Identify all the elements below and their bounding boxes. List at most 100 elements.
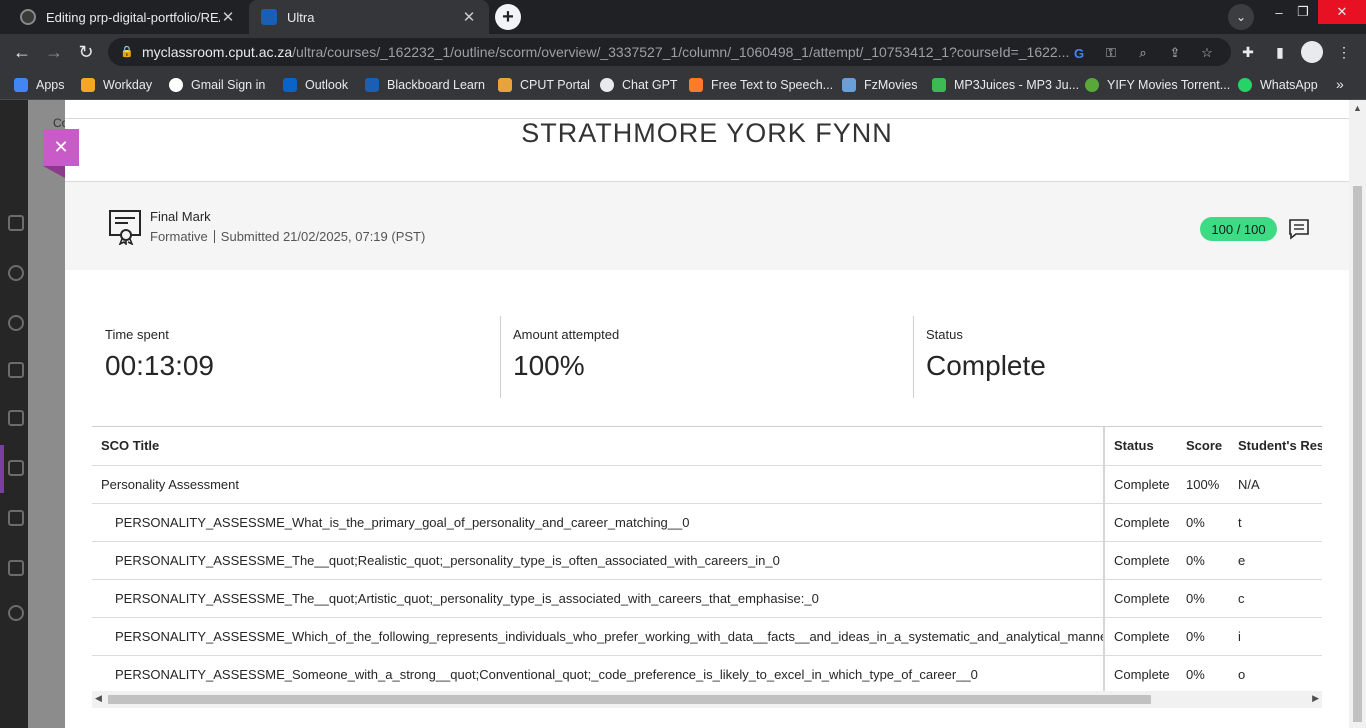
new-tab-button[interactable]: + [495, 4, 521, 30]
tab-ultra[interactable]: Ultra ✕ [249, 0, 489, 34]
bookmark-label: WhatsApp [1260, 78, 1318, 92]
fzmovies-icon [842, 78, 856, 92]
institution-icon[interactable] [8, 215, 24, 231]
submission-info: Formative Submitted 21/02/2025, 07:19 (PS… [150, 229, 425, 244]
bookmark-label: Gmail Sign in [191, 78, 266, 92]
more-bookmarks-icon[interactable]: » [1336, 76, 1344, 92]
calendar-icon[interactable] [8, 410, 24, 426]
minimize-icon[interactable]: – [1268, 0, 1290, 24]
final-mark-label: Final Mark [150, 209, 211, 224]
cell-status: Complete [1104, 655, 1186, 691]
bookmark-workday[interactable]: Workday [81, 76, 152, 94]
close-tab-icon[interactable]: ✕ [461, 8, 477, 26]
grades-icon[interactable] [8, 510, 24, 526]
zoom-icon[interactable]: ⌕ [1134, 44, 1152, 62]
bookmark-blackboard[interactable]: Blackboard Learn [365, 76, 485, 94]
scroll-up-icon[interactable]: ▲ [1353, 103, 1362, 113]
cell-score: 0% [1186, 579, 1238, 618]
attempt-stats: Time spent 00:13:09 Amount attempted 100… [92, 316, 1322, 398]
close-tab-icon[interactable]: ✕ [220, 8, 236, 26]
courses-icon[interactable] [8, 362, 24, 378]
bookmark-tts[interactable]: Free Text to Speech... [689, 76, 833, 94]
table-header-row: SCO Title Status Score Student's Respons… [92, 427, 1322, 466]
extensions-icon[interactable]: ✚ [1238, 42, 1258, 62]
scrollbar-thumb[interactable] [108, 695, 1151, 704]
cell-title: PERSONALITY_ASSESSME_The__quot;Artistic_… [92, 579, 1105, 618]
lock-icon: 🔒 [120, 46, 134, 58]
divider [213, 230, 215, 243]
cell-score: 0% [1186, 541, 1238, 580]
bookmark-whatsapp[interactable]: WhatsApp [1238, 76, 1318, 94]
tab-search-icon[interactable]: ⌄ [1228, 4, 1254, 30]
bookmark-fzmovies[interactable]: FzMovies [842, 76, 917, 94]
bookmarks-bar: Apps Workday Gmail Sign in Outlook Black… [0, 70, 1366, 100]
feedback-icon[interactable] [1288, 218, 1310, 240]
bookmark-apps[interactable]: Apps [14, 76, 65, 94]
bookmark-cput-portal[interactable]: CPUT Portal [498, 76, 590, 94]
divider [913, 316, 914, 398]
reload-icon[interactable]: ↻ [74, 40, 98, 64]
close-panel-button[interactable]: ✕ [43, 129, 79, 166]
scroll-right-icon[interactable]: ▶ [1312, 693, 1319, 704]
scrollbar-thumb[interactable] [1353, 186, 1362, 722]
bookmark-label: CPUT Portal [520, 78, 590, 92]
bookmark-chatgpt[interactable]: Chat GPT [600, 76, 678, 94]
profile-icon[interactable] [8, 265, 24, 281]
column-header-sco-title: SCO Title [92, 427, 1105, 466]
grade-pill[interactable]: 100 / 100 [1200, 217, 1277, 241]
cell-response: i [1238, 617, 1322, 656]
cell-status: Complete [1104, 541, 1186, 580]
messages-icon[interactable] [8, 460, 24, 476]
table-row: PERSONALITY_ASSESSME_What_is_the_primary… [92, 503, 1322, 542]
table-row: PERSONALITY_ASSESSME_The__quot;Artistic_… [92, 579, 1322, 618]
menu-kebab-icon[interactable]: ⋮ [1334, 42, 1354, 62]
vertical-scrollbar[interactable]: ▲ [1349, 100, 1366, 728]
whatsapp-icon [1238, 78, 1252, 92]
column-header-response: Student's Response [1238, 427, 1322, 466]
tab-github[interactable]: Editing prp-digital-portfolio/README.md … [8, 0, 248, 34]
bookmark-mp3juices[interactable]: MP3Juices - MP3 Ju... [932, 76, 1079, 94]
cell-title: PERSONALITY_ASSESSME_The__quot;Realistic… [92, 541, 1105, 580]
table-row: PERSONALITY_ASSESSME_Someone_with_a_stro… [92, 655, 1322, 691]
bookmark-outlook[interactable]: Outlook [283, 76, 348, 94]
cell-status: Complete [1104, 465, 1186, 504]
globe-icon[interactable] [8, 315, 24, 331]
horizontal-scrollbar[interactable]: ◀ ▶ [92, 691, 1322, 708]
restore-icon[interactable]: ❐ [1292, 0, 1314, 24]
key-icon[interactable]: ⚿ [1102, 44, 1120, 62]
bookmark-gmail[interactable]: Gmail Sign in [169, 76, 265, 94]
cell-title: PERSONALITY_ASSESSME_Which_of_the_follow… [92, 617, 1105, 656]
stat-label: Time spent [105, 327, 169, 342]
stat-time-spent: Time spent 00:13:09 [92, 316, 502, 398]
bookmark-yify[interactable]: YIFY Movies Torrent... [1085, 76, 1230, 94]
cell-response: c [1238, 579, 1322, 618]
chatgpt-icon [600, 78, 614, 92]
github-icon [20, 9, 36, 25]
active-nav-indicator [0, 445, 4, 493]
scroll-left-icon[interactable]: ◀ [95, 693, 102, 704]
bookmark-star-icon[interactable]: ☆ [1198, 44, 1216, 62]
tools-icon[interactable] [8, 560, 24, 576]
sco-table: SCO Title Status Score Student's Respons… [92, 427, 1322, 691]
profile-avatar[interactable] [1301, 41, 1323, 63]
cell-response: t [1238, 503, 1322, 542]
cell-status: Complete [1104, 503, 1186, 542]
sign-out-icon[interactable] [8, 605, 24, 621]
close-button-tail [43, 166, 65, 178]
address-bar[interactable]: 🔒 myclassroom.cput.ac.za/ultra/courses/_… [108, 38, 1231, 66]
window-close-icon[interactable]: ✕ [1318, 0, 1366, 24]
forward-icon[interactable]: → [42, 40, 66, 64]
sco-table-container[interactable]: SCO Title Status Score Student's Respons… [92, 426, 1322, 691]
share-icon[interactable]: ⇪ [1166, 44, 1184, 62]
back-icon[interactable]: ← [10, 40, 34, 64]
url-text[interactable]: myclassroom.cput.ac.za/ultra/courses/_16… [142, 44, 1072, 60]
attempt-panel: STRATHMORE YORK FYNN Final Mark Formativ… [65, 100, 1366, 728]
bookmark-label: Free Text to Speech... [711, 78, 834, 92]
table-row: Personality Assessment Complete 100% N/A [92, 465, 1322, 504]
download-icon [932, 78, 946, 92]
side-panel-icon[interactable]: ▮ [1270, 42, 1290, 62]
google-lens-icon[interactable]: G [1070, 44, 1088, 62]
cell-response: e [1238, 541, 1322, 580]
browser-toolbar: ← → ↻ 🔒 myclassroom.cput.ac.za/ultra/cou… [0, 34, 1366, 70]
grade-summary: Final Mark Formative Submitted 21/02/2025… [65, 182, 1349, 270]
